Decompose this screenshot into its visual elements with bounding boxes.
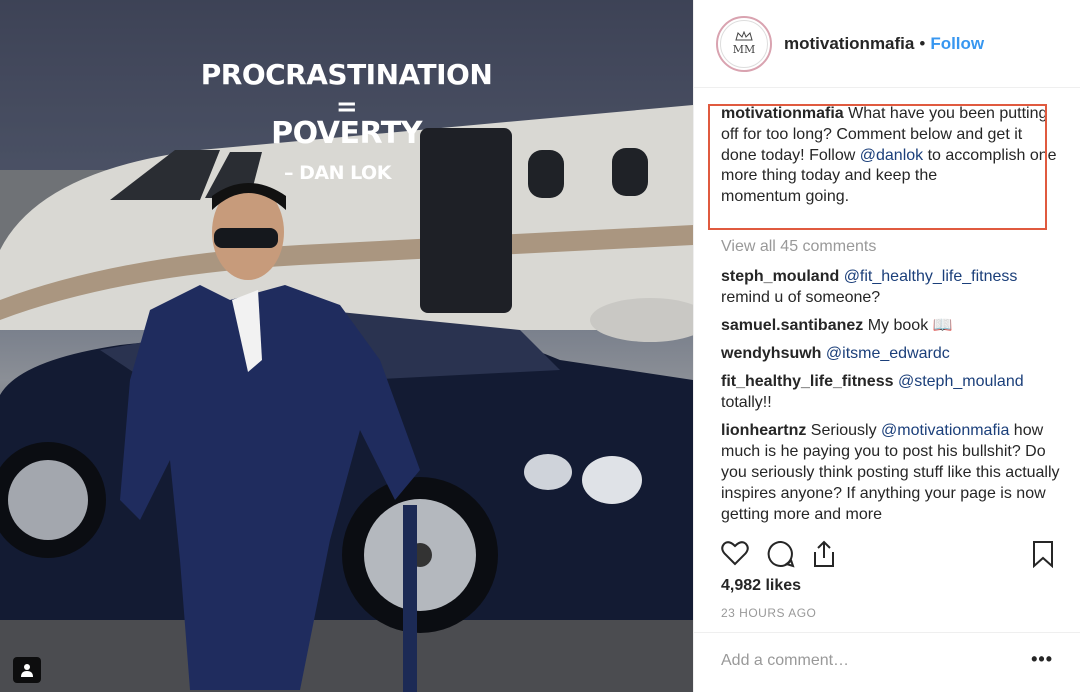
comment-username[interactable]: lionheartnz: [721, 422, 806, 439]
comment-icon[interactable]: [767, 540, 795, 568]
tagged-user-icon: [21, 664, 33, 677]
comment-mention[interactable]: @motivationmafia: [881, 422, 1009, 439]
list-item: fit_healthy_life_fitness @steph_mouland …: [721, 371, 1061, 413]
post-sidebar: MM motivationmafia • Follow motivationma…: [693, 0, 1080, 692]
share-icon[interactable]: [811, 540, 837, 568]
avatar-monogram: MM: [732, 43, 756, 56]
caption: motivationmafia What have you been putti…: [721, 104, 1061, 208]
header-username[interactable]: motivationmafia: [784, 34, 914, 54]
comment-text-pre: Seriously: [806, 422, 882, 439]
comment-text: remind u of someone?: [721, 289, 881, 306]
comment-mention[interactable]: @itsme_edwardc: [826, 345, 950, 362]
tagged-user-button[interactable]: [13, 657, 41, 683]
comment-username[interactable]: fit_healthy_life_fitness: [721, 373, 894, 390]
list-item: lionheartnz Seriously @motivationmafia h…: [721, 420, 1061, 524]
likes-count[interactable]: 4,982 likes: [721, 577, 801, 595]
caption-mention[interactable]: @danlok: [860, 147, 923, 164]
post-header: MM motivationmafia • Follow: [694, 0, 1080, 88]
bookmark-icon[interactable]: [1032, 540, 1054, 568]
comment-text: totally!!: [721, 394, 772, 411]
list-item: steph_mouland @fit_healthy_life_fitness …: [721, 266, 1061, 308]
avatar[interactable]: MM: [716, 15, 772, 72]
comment-text: My book 📖: [863, 317, 953, 334]
overlay-author: – DAN LOK: [284, 162, 391, 184]
post-timestamp: 23 HOURS AGO: [721, 606, 817, 620]
comment-mention[interactable]: @steph_mouland: [898, 373, 1024, 390]
heart-icon[interactable]: [721, 540, 749, 566]
crown-icon: [735, 31, 753, 41]
comment-username[interactable]: wendyhsuwh: [721, 345, 821, 362]
comment-username[interactable]: samuel.santibanez: [721, 317, 863, 334]
overlay-headline: PROCRASTINATION: [200, 58, 493, 91]
list-item: wendyhsuwh @itsme_edwardc: [721, 343, 1061, 364]
follow-button[interactable]: Follow: [930, 34, 984, 54]
action-bar: [721, 540, 1056, 570]
comment-username[interactable]: steph_mouland: [721, 268, 839, 285]
caption-username[interactable]: motivationmafia: [721, 105, 844, 122]
header-separator: •: [919, 33, 926, 53]
post-image[interactable]: PROCRASTINATION = POVERTY – DAN LOK: [0, 0, 693, 692]
comment-mention[interactable]: @fit_healthy_life_fitness: [844, 268, 1018, 285]
more-options-button[interactable]: •••: [1031, 649, 1053, 670]
avatar-image: MM: [720, 19, 768, 68]
caption-text: motivationmafia What have you been putti…: [721, 104, 1061, 208]
add-comment-input[interactable]: Add a comment…: [721, 652, 849, 670]
add-comment-bar: Add a comment… •••: [694, 632, 1080, 692]
overlay-result: POVERTY: [271, 116, 422, 151]
view-all-comments-link[interactable]: View all 45 comments: [721, 238, 876, 256]
caption-body-3: momentum going.: [721, 188, 850, 206]
comment-list: steph_mouland @fit_healthy_life_fitness …: [721, 266, 1061, 524]
list-item: samuel.santibanez My book 📖: [721, 315, 1061, 336]
